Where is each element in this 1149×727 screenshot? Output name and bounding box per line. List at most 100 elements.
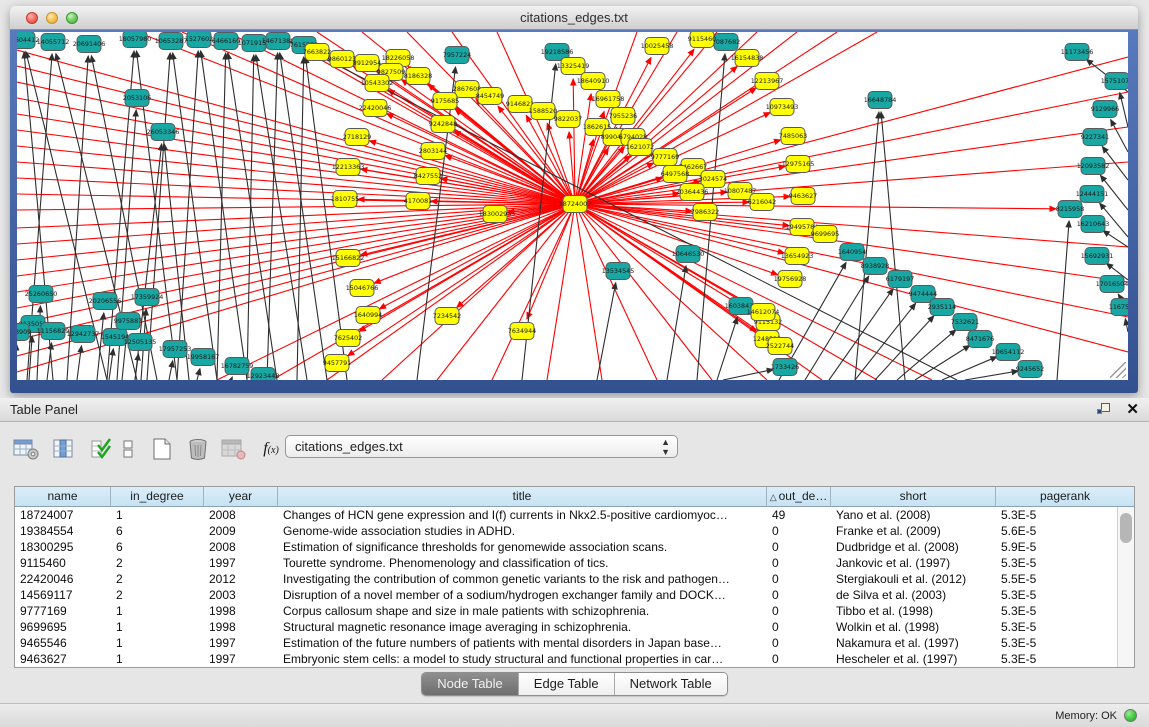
table-row[interactable]: 1938455462009Genome-wide association stu… xyxy=(15,523,1117,539)
graph-node-teal[interactable]: 10646530 xyxy=(672,246,705,263)
table-cell[interactable]: 0 xyxy=(767,619,831,635)
black-edge[interactable] xyxy=(717,317,737,380)
table-cell[interactable]: 6 xyxy=(111,523,204,539)
table-cell[interactable]: 22420046 xyxy=(15,571,111,587)
table-cell[interactable]: 9777169 xyxy=(15,603,111,619)
graph-node-teal[interactable]: 8471676 xyxy=(966,331,994,348)
table-cell[interactable]: 6 xyxy=(111,539,204,555)
graph-node-yellow[interactable]: 2718129 xyxy=(343,129,371,146)
table-cell[interactable]: 0 xyxy=(767,603,831,619)
graph-node-teal[interactable]: 6179197 xyxy=(886,271,914,288)
table-cell[interactable]: Franke et al. (2009) xyxy=(831,523,996,539)
graph-node-yellow[interactable]: 13325419 xyxy=(557,58,590,75)
graph-node-teal[interactable]: 12444151 xyxy=(1076,186,1109,203)
table-cell[interactable]: Embryonic stem cells: a model to study s… xyxy=(278,651,767,667)
graph-node-yellow[interactable]: 7986322 xyxy=(691,204,719,221)
select-all-button[interactable] xyxy=(88,434,116,464)
graph-node-yellow[interactable]: 8427552 xyxy=(414,168,442,185)
table-row[interactable]: 946362711997Embryonic stem cells: a mode… xyxy=(15,651,1117,667)
graph-node-teal[interactable]: 9227341 xyxy=(1081,129,1109,146)
column-header-out_de[interactable]: △out_de… xyxy=(767,487,831,507)
table-cell[interactable]: 0 xyxy=(767,555,831,571)
table-mode-button[interactable] xyxy=(12,434,40,464)
black-edge[interactable] xyxy=(1111,120,1128,152)
graph-node-teal[interactable]: 7532621 xyxy=(951,314,979,331)
table-cell[interactable]: 19384554 xyxy=(15,523,111,539)
graph-node-yellow[interactable]: 14612074 xyxy=(747,304,780,321)
graph-node-yellow[interactable]: 7234542 xyxy=(433,308,461,325)
table-cell[interactable]: 5.3E-5 xyxy=(996,507,1117,523)
table-cell[interactable]: 2 xyxy=(111,555,204,571)
black-edge[interactable] xyxy=(1125,319,1128,332)
tab-node-table[interactable]: Node Table xyxy=(422,673,519,695)
tab-edge-table[interactable]: Edge Table xyxy=(519,673,615,695)
graph-node-yellow[interactable]: 2522744 xyxy=(766,338,794,355)
graph-node-yellow[interactable]: 12213967 xyxy=(751,73,784,90)
table-cell[interactable]: Tourette syndrome. Phenomenology and cla… xyxy=(278,555,767,571)
red-edge[interactable] xyxy=(575,57,1128,204)
column-visibility-button[interactable] xyxy=(50,434,78,464)
table-row[interactable]: 1872400712008Changes of HCN gene express… xyxy=(15,507,1117,523)
red-edge[interactable] xyxy=(575,204,932,380)
black-edge[interactable] xyxy=(197,369,200,380)
graph-node-yellow[interactable]: 9777169 xyxy=(651,149,679,166)
network-window-titlebar[interactable]: citations_edges.txt xyxy=(10,6,1138,30)
graph-node-yellow[interactable]: 16154838 xyxy=(731,50,764,67)
table-cell[interactable]: Corpus callosum shape and size in male p… xyxy=(278,603,767,619)
table-cell[interactable]: Tibbo et al. (1998) xyxy=(831,603,996,619)
red-edge[interactable] xyxy=(492,204,575,380)
graph-node-teal[interactable]: 16210643 xyxy=(1077,216,1110,233)
table-cell[interactable]: de Silva et al. (2003) xyxy=(831,587,996,603)
graph-node-yellow[interactable]: 9457791 xyxy=(323,355,351,372)
graph-node-teal[interactable]: 15692931 xyxy=(1081,248,1114,265)
graph-node-teal[interactable]: 9245652 xyxy=(1016,361,1044,378)
delete-column-button[interactable] xyxy=(184,434,212,464)
graph-node-yellow[interactable]: 18300295 xyxy=(479,206,512,223)
graph-node-yellow[interactable]: 4170081 xyxy=(404,193,432,210)
table-cell[interactable]: 2003 xyxy=(204,587,278,603)
table-row[interactable]: 2242004622012Investigating the contribut… xyxy=(15,571,1117,587)
table-cell[interactable]: 1 xyxy=(111,603,204,619)
red-edge[interactable] xyxy=(575,204,602,380)
table-cell[interactable]: 2 xyxy=(111,587,204,603)
table-cell[interactable]: 5.3E-5 xyxy=(996,587,1117,603)
graph-node-yellow[interactable]: 22420046 xyxy=(359,100,392,117)
graph-node-yellow[interactable]: 9463627 xyxy=(789,188,817,205)
graph-node-teal[interactable]: 11173456 xyxy=(1061,44,1094,61)
graph-node-teal[interactable]: 26053346 xyxy=(147,124,180,141)
create-column-button[interactable] xyxy=(148,434,176,464)
table-cell[interactable]: 5.3E-5 xyxy=(996,603,1117,619)
table-cell[interactable]: 1 xyxy=(111,507,204,523)
black-edge[interactable] xyxy=(297,57,304,380)
table-cell[interactable]: Estimation of the future numbers of pati… xyxy=(278,635,767,651)
graph-node-teal[interactable]: 15751074 xyxy=(1101,73,1128,90)
graph-node-teal[interactable]: 19958167 xyxy=(187,349,220,366)
graph-node-teal[interactable]: 1733426 xyxy=(771,359,799,376)
graph-node-teal[interactable]: 16648784 xyxy=(864,92,897,109)
column-header-short[interactable]: short xyxy=(831,487,996,507)
black-edge[interactable] xyxy=(881,112,905,380)
table-cell[interactable]: 18300295 xyxy=(15,539,111,555)
table-row[interactable]: 969969511998Structural magnetic resonanc… xyxy=(15,619,1117,635)
graph-node-yellow[interactable]: 12213363 xyxy=(332,159,365,176)
graph-node-yellow[interactable]: 10543302 xyxy=(361,75,394,92)
black-edge[interactable] xyxy=(597,283,616,380)
table-cell[interactable]: 2012 xyxy=(204,571,278,587)
graph-node-yellow[interactable]: 10973493 xyxy=(766,99,799,116)
table-cell[interactable]: 0 xyxy=(767,539,831,555)
graph-node-yellow[interactable]: 13654923 xyxy=(781,248,814,265)
graph-node-teal[interactable]: 12093582 xyxy=(1077,158,1110,175)
table-cell[interactable]: Stergiakouli et al. (2012) xyxy=(831,571,996,587)
table-cell[interactable]: 1998 xyxy=(204,603,278,619)
graph-node-teal[interactable]: 8938928 xyxy=(861,258,889,275)
graph-node-yellow[interactable]: 9242848 xyxy=(429,116,457,133)
table-select-dropdown[interactable]: citations_edges.txt ▲▼ xyxy=(285,435,678,458)
table-cell[interactable]: 18724007 xyxy=(15,507,111,523)
graph-node-teal[interactable]: 6466160 xyxy=(212,33,240,50)
black-edge[interactable] xyxy=(1120,93,1128,127)
graph-node-yellow[interactable]: 18640910 xyxy=(577,73,610,90)
memory-status-indicator[interactable] xyxy=(1124,709,1137,722)
column-header-title[interactable]: title xyxy=(278,487,767,507)
canvas-resize-grip[interactable] xyxy=(1110,362,1126,378)
black-edge[interactable] xyxy=(201,51,247,380)
